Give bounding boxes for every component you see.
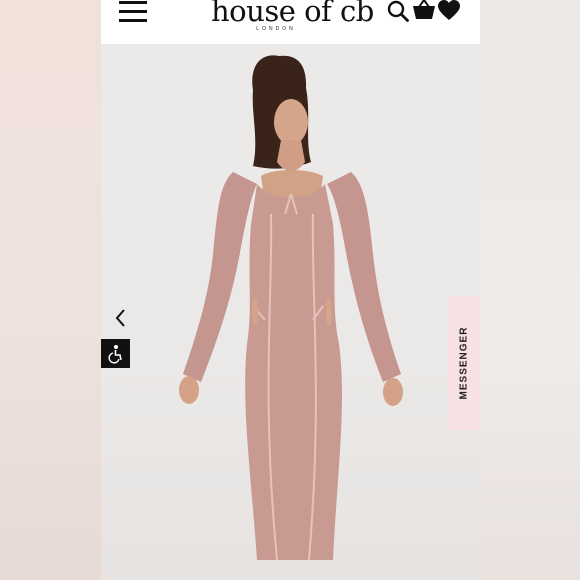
messenger-label: MESSENGER [458,326,470,400]
messenger-button[interactable]: MESSENGER [448,296,480,430]
product-image[interactable]: MESSENGER [101,44,480,580]
heart-icon[interactable] [438,0,460,21]
left-margin [0,0,101,580]
accessibility-icon [108,345,122,364]
menu-icon[interactable] [119,1,147,23]
brand-logo[interactable]: house of cb [211,0,374,28]
right-margin [480,0,580,580]
accessibility-button[interactable] [101,339,130,368]
shopping-basket-icon[interactable] [412,0,436,20]
model-wearing-dress [179,55,403,561]
site-header: house of cb LONDON [101,0,480,44]
app-screen: house of cb LONDON MESSENGER [101,0,480,580]
chevron-left-icon[interactable] [113,308,129,328]
brand-logo-subtext: LONDON [256,26,296,32]
search-icon[interactable] [387,0,409,22]
